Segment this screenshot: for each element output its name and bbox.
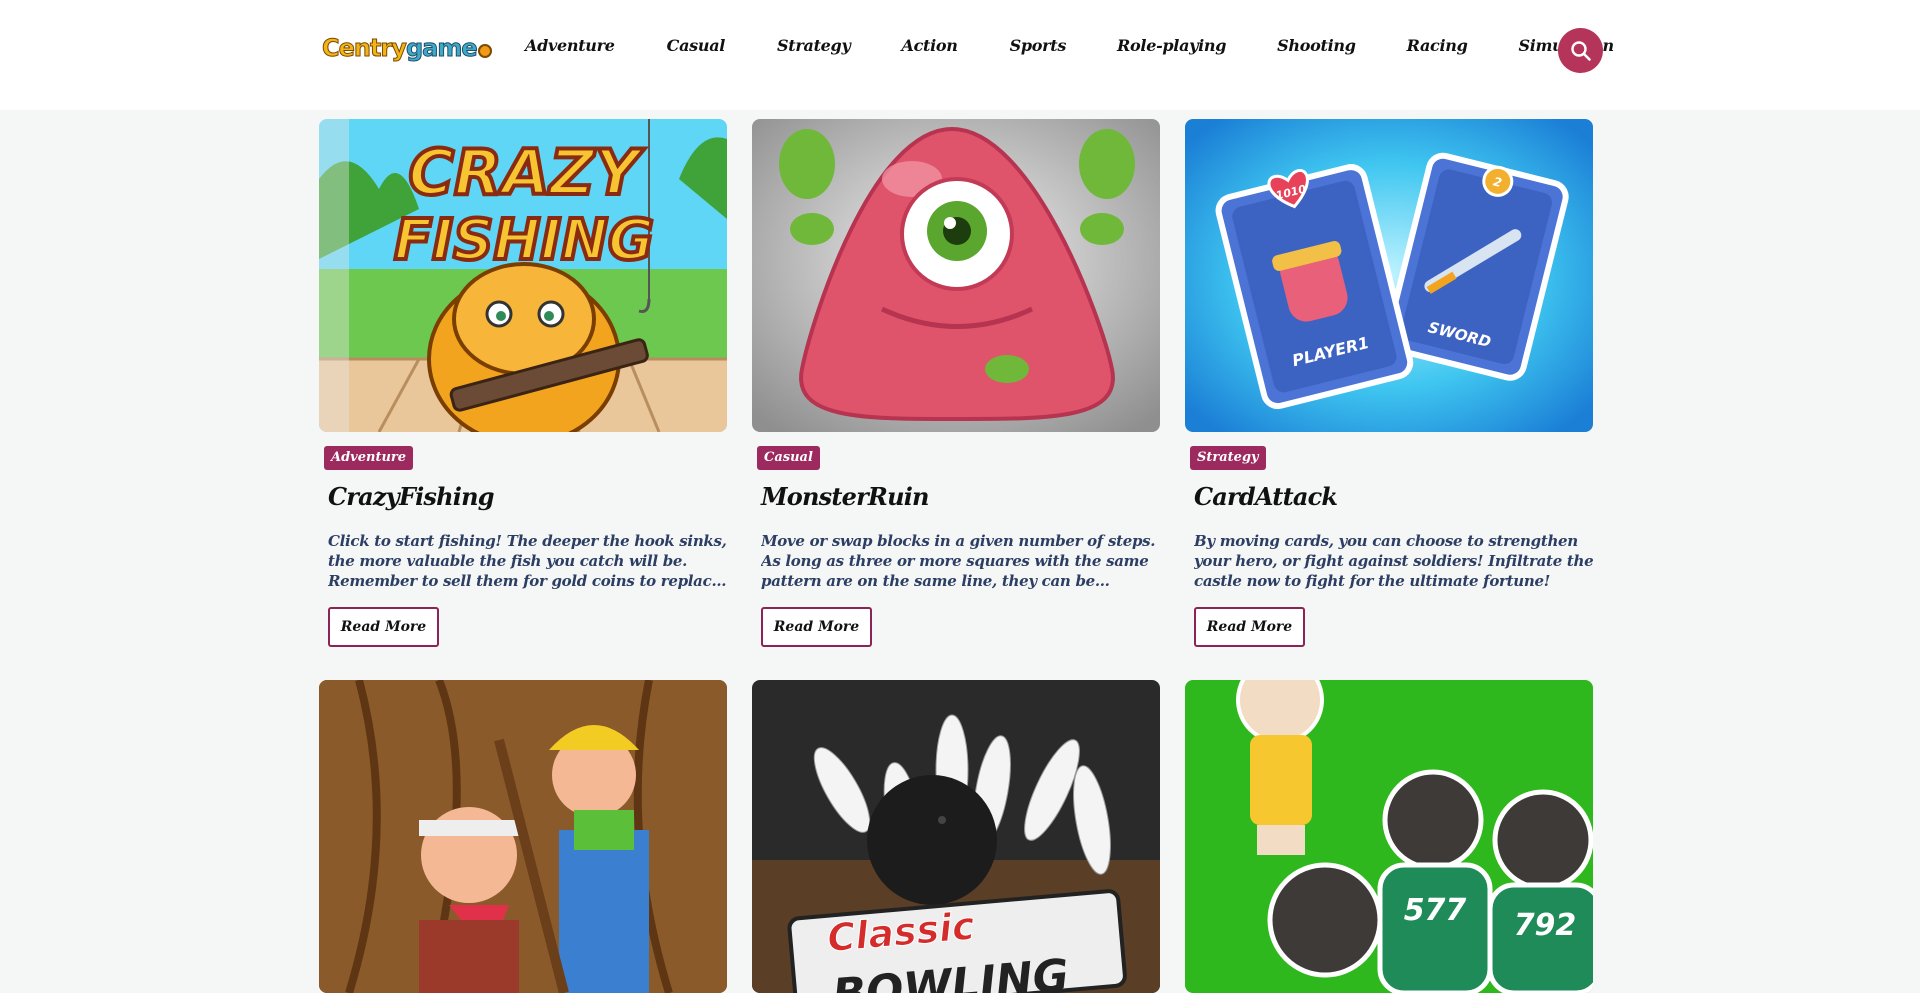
search-button[interactable]	[1558, 28, 1603, 73]
category-tag[interactable]: Strategy	[1190, 446, 1266, 470]
game-thumbnail-crazyfishing[interactable]: CRAZY FISHING	[319, 119, 727, 432]
nav-action[interactable]: Action	[901, 36, 957, 62]
search-icon	[1570, 40, 1591, 61]
game-card-row2-3: 577 792	[1185, 680, 1593, 993]
game-thumbnail-squid[interactable]: 577 792	[1185, 680, 1593, 993]
crazyfishing-title-art: CRAZY	[408, 136, 645, 209]
logo-part1: Centry	[322, 34, 408, 63]
game-description: By moving cards, you can choose to stren…	[1194, 532, 1594, 590]
game-card-row2-1	[319, 680, 727, 993]
jersey-number-2: 792	[1514, 908, 1577, 943]
game-description: Move or swap blocks in a given number of…	[761, 532, 1156, 590]
category-tag[interactable]: Adventure	[324, 446, 414, 470]
site-header: Centry game Adventure Casual Strategy Act…	[0, 0, 1920, 110]
nav-shooting[interactable]: Shooting	[1277, 36, 1356, 62]
nav-strategy[interactable]: Strategy	[777, 36, 851, 62]
game-card-cardattack: 2 SWORD 1010 PLAYER1 Strategy CardAttack…	[1185, 119, 1594, 647]
game-title[interactable]: CardAttack	[1194, 482, 1338, 511]
nav-adventure[interactable]: Adventure	[525, 36, 615, 62]
logo-part2: game	[405, 34, 478, 63]
game-thumbnail-miners[interactable]	[319, 680, 727, 993]
nav-role-playing[interactable]: Role-playing	[1117, 36, 1226, 62]
game-description: Click to start fishing! The deeper the h…	[328, 532, 727, 590]
main-nav: Adventure Casual Strategy Action Sports …	[525, 36, 1614, 62]
game-thumbnail-bowling[interactable]: Classic BOWLING	[752, 680, 1160, 993]
game-title[interactable]: CrazyFishing	[328, 482, 495, 511]
read-more-button[interactable]: Read More	[1194, 607, 1305, 647]
jersey-number-1: 577	[1404, 893, 1467, 928]
read-more-button[interactable]: Read More	[761, 607, 872, 647]
logo-ball-icon	[477, 44, 492, 58]
game-thumbnail-monsterruin[interactable]	[752, 119, 1160, 432]
category-tag[interactable]: Casual	[757, 446, 820, 470]
game-title[interactable]: MonsterRuin	[761, 482, 930, 511]
nav-racing[interactable]: Racing	[1407, 36, 1468, 62]
read-more-button[interactable]: Read More	[328, 607, 439, 647]
game-card-row2-2: Classic BOWLING	[752, 680, 1160, 993]
game-card-crazyfishing: CRAZY FISHING Adventure CrazyFishing Cli…	[319, 119, 727, 647]
nav-casual[interactable]: Casual	[667, 36, 726, 62]
game-thumbnail-cardattack[interactable]: 2 SWORD 1010 PLAYER1	[1185, 119, 1593, 432]
crazyfishing-title-art-2: FISHING	[394, 208, 654, 273]
site-logo[interactable]: Centry game	[322, 32, 492, 64]
game-card-monsterruin: Casual MonsterRuin Move or swap blocks i…	[752, 119, 1160, 647]
nav-sports[interactable]: Sports	[1010, 36, 1067, 62]
